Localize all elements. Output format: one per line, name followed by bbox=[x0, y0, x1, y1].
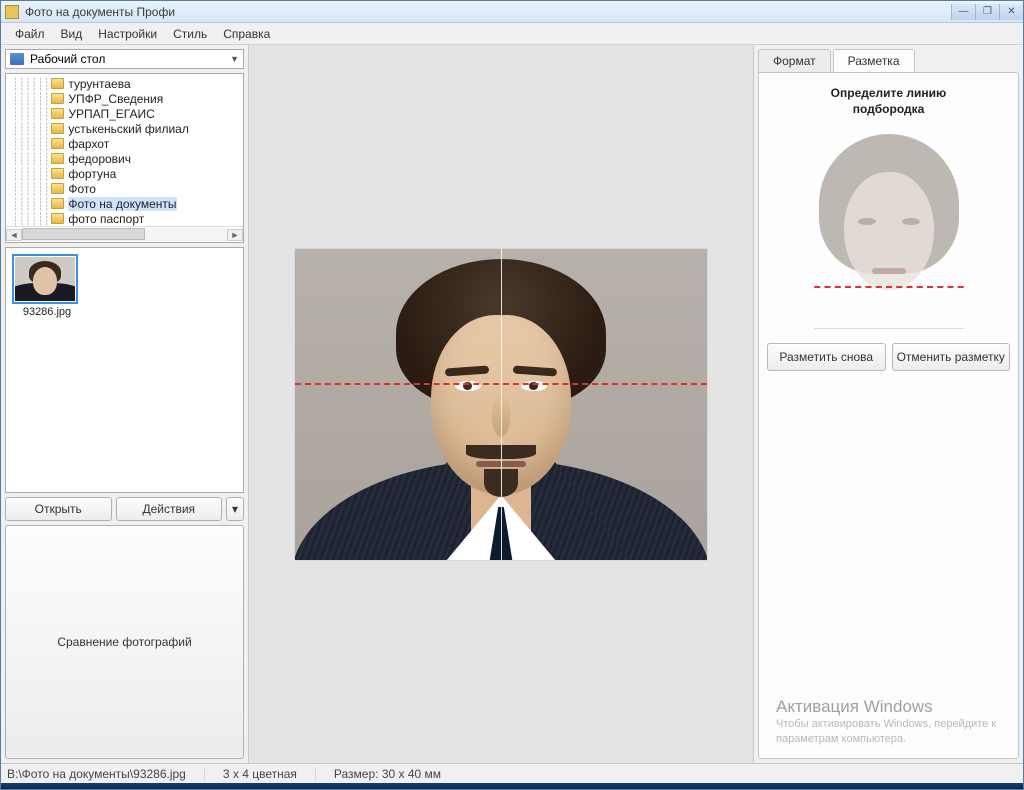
folder-icon bbox=[51, 138, 64, 149]
center-guide-line bbox=[501, 249, 502, 560]
root-folder-label: Рабочий стол bbox=[30, 52, 105, 66]
folder-icon bbox=[51, 168, 64, 179]
instruction-heading: Определите линию подбородка bbox=[831, 85, 947, 118]
folder-icon bbox=[51, 93, 64, 104]
tree-item[interactable]: ┊┊┊┊┊┊ фархот bbox=[6, 136, 243, 151]
maximize-button[interactable]: ❐ bbox=[975, 4, 999, 20]
scroll-right-icon[interactable]: ► bbox=[227, 229, 243, 241]
folder-icon bbox=[51, 108, 64, 119]
window-title: Фото на документы Профи bbox=[25, 5, 951, 19]
tab-markup[interactable]: Разметка bbox=[833, 49, 915, 73]
tab-format[interactable]: Формат bbox=[758, 49, 831, 73]
scroll-left-icon[interactable]: ◄ bbox=[6, 229, 22, 241]
canvas-area[interactable] bbox=[249, 45, 753, 763]
tree-item-label: турунтаева bbox=[68, 77, 130, 91]
sample-guide-line bbox=[814, 286, 964, 288]
folder-icon bbox=[51, 123, 64, 134]
menu-help[interactable]: Справка bbox=[215, 24, 278, 44]
scroll-thumb[interactable] bbox=[22, 228, 145, 240]
desktop-icon bbox=[10, 53, 24, 65]
tree-lines: ┊┊┊┊┊┊ bbox=[12, 92, 49, 106]
thumbnail-frame bbox=[12, 254, 78, 304]
tree-item[interactable]: ┊┊┊┊┊┊ фортуна bbox=[6, 166, 243, 181]
horizontal-guide-line[interactable] bbox=[295, 383, 707, 385]
sample-wrapper bbox=[814, 128, 964, 329]
os-taskbar-sliver bbox=[1, 783, 1023, 789]
folder-icon bbox=[51, 78, 64, 89]
actions-button[interactable]: Действия bbox=[116, 497, 223, 521]
tree-lines: ┊┊┊┊┊┊ bbox=[12, 107, 49, 121]
tree-item[interactable]: ┊┊┊┊┊┊ УПФР_Сведения bbox=[6, 91, 243, 106]
tree-item-label: Фото на документы bbox=[68, 197, 176, 211]
folder-icon bbox=[51, 198, 64, 209]
folder-icon bbox=[51, 213, 64, 224]
tree-item-label: УРПАП_ЕГАИС bbox=[68, 107, 154, 121]
titlebar: Фото на документы Профи — ❐ ✕ bbox=[1, 1, 1023, 23]
tree-item-label: федорович bbox=[68, 152, 131, 166]
cancel-markup-button[interactable]: Отменить разметку bbox=[892, 343, 1011, 371]
close-button[interactable]: ✕ bbox=[999, 4, 1023, 20]
tree-item-label: Фото bbox=[68, 182, 96, 196]
tree-item[interactable]: ┊┊┊┊┊┊ УРПАП_ЕГАИС bbox=[6, 106, 243, 121]
statusbar: В:\Фото на документы\93286.jpg 3 x 4 цве… bbox=[1, 763, 1023, 783]
status-colorinfo: 3 x 4 цветная bbox=[223, 767, 316, 781]
thumbnail-pane: 93286.jpg bbox=[5, 247, 244, 493]
tree-lines: ┊┊┊┊┊┊ bbox=[12, 77, 49, 91]
right-panel: Формат Разметка Определите линию подборо… bbox=[753, 45, 1023, 763]
tree-lines: ┊┊┊┊┊┊ bbox=[12, 182, 49, 196]
tab-body: Определите линию подбородка Разметить сн… bbox=[758, 72, 1019, 759]
tree-lines: ┊┊┊┊┊┊ bbox=[12, 122, 49, 136]
thumbnail-filename: 93286.jpg bbox=[12, 306, 82, 318]
open-button[interactable]: Открыть bbox=[5, 497, 112, 521]
tree-hscrollbar[interactable]: ◄ ► bbox=[6, 226, 243, 242]
actions-dropdown-button[interactable]: ▾ bbox=[226, 497, 244, 521]
window-controls: — ❐ ✕ bbox=[951, 4, 1023, 20]
tree-item[interactable]: ┊┊┊┊┊┊ Фото на документы bbox=[6, 196, 243, 211]
tree-item-label: УПФР_Сведения bbox=[68, 92, 163, 106]
tree-item[interactable]: ┊┊┊┊┊┊ устькеньский филиал bbox=[6, 121, 243, 136]
root-folder-dropdown[interactable]: Рабочий стол ▼ bbox=[5, 49, 244, 69]
tree-item-label: фархот bbox=[68, 137, 109, 151]
status-path: В:\Фото на документы\93286.jpg bbox=[7, 767, 205, 781]
markup-buttons: Разметить снова Отменить разметку bbox=[767, 343, 1010, 371]
left-buttons-1: Открыть Действия ▾ bbox=[5, 497, 244, 521]
scroll-track[interactable] bbox=[22, 228, 227, 242]
folder-tree: ┊┊┊┊┊┊турунтаева┊┊┊┊┊┊УПФР_Сведения┊┊┊┊┊… bbox=[5, 73, 244, 243]
tree-item[interactable]: ┊┊┊┊┊┊ федорович bbox=[6, 151, 243, 166]
tree-item-label: фото паспорт bbox=[68, 212, 144, 226]
menu-view[interactable]: Вид bbox=[53, 24, 91, 44]
tree-lines: ┊┊┊┊┊┊ bbox=[12, 152, 49, 166]
left-panel: Рабочий стол ▼ ┊┊┊┊┊┊ турунтаева ┊┊┊┊┊┊ УПФ… bbox=[1, 45, 249, 763]
tree-lines: ┊┊┊┊┊┊ bbox=[12, 197, 49, 211]
tree-lines: ┊┊┊┊┊┊ bbox=[12, 137, 49, 151]
body: Рабочий стол ▼ ┊┊┊┊┊┊ турунтаева ┊┊┊┊┊┊ УПФ… bbox=[1, 45, 1023, 763]
menu-settings[interactable]: Настройки bbox=[90, 24, 165, 44]
main-photo[interactable] bbox=[295, 249, 707, 560]
folder-tree-body[interactable]: ┊┊┊┊┊┊турунтаева┊┊┊┊┊┊УПФР_Сведения┊┊┊┊┊… bbox=[6, 74, 243, 226]
app-icon bbox=[5, 5, 19, 19]
folder-icon bbox=[51, 153, 64, 164]
app-window: Фото на документы Профи — ❐ ✕ Файл Вид Н… bbox=[0, 0, 1024, 790]
tree-item-label: устькеньский филиал bbox=[68, 122, 189, 136]
tree-lines: ┊┊┊┊┊┊ bbox=[12, 212, 49, 226]
menu-style[interactable]: Стиль bbox=[165, 24, 215, 44]
minimize-button[interactable]: — bbox=[951, 4, 975, 20]
folder-icon bbox=[51, 183, 64, 194]
thumbnail-item[interactable]: 93286.jpg bbox=[12, 254, 82, 318]
tree-item[interactable]: ┊┊┊┊┊┊ фото паспорт bbox=[6, 211, 243, 226]
right-tabs: Формат Разметка bbox=[758, 49, 1019, 73]
remark-button[interactable]: Разметить снова bbox=[767, 343, 886, 371]
menu-file[interactable]: Файл bbox=[7, 24, 53, 44]
tree-item-label: фортуна bbox=[68, 167, 116, 181]
tree-item[interactable]: ┊┊┊┊┊┊ Фото bbox=[6, 181, 243, 196]
compare-button[interactable]: Сравнение фотографий bbox=[5, 525, 244, 759]
sample-photo bbox=[814, 128, 964, 320]
menubar: Файл Вид Настройки Стиль Справка bbox=[1, 23, 1023, 45]
status-size: Размер: 30 x 40 мм bbox=[334, 767, 441, 781]
windows-activation-watermark: Активация Windows Чтобы активировать Win… bbox=[776, 697, 1006, 746]
tree-lines: ┊┊┊┊┊┊ bbox=[12, 167, 49, 181]
tree-item[interactable]: ┊┊┊┊┊┊ турунтаева bbox=[6, 76, 243, 91]
thumbnail-image bbox=[15, 257, 75, 301]
chevron-down-icon: ▼ bbox=[230, 54, 239, 64]
